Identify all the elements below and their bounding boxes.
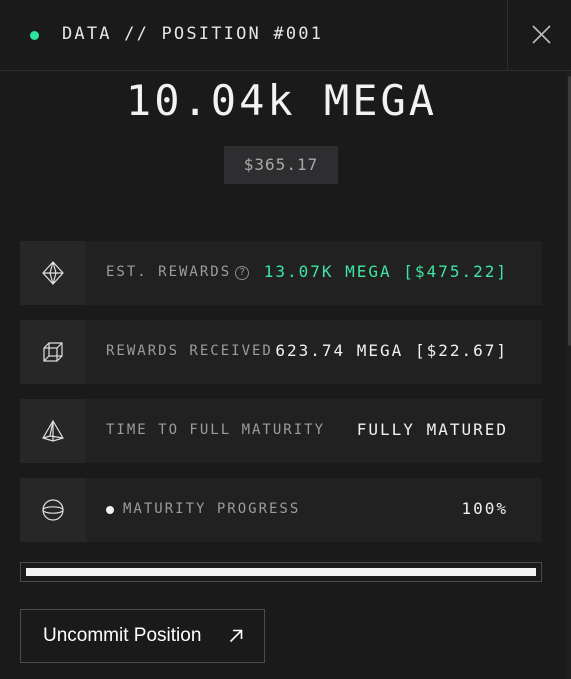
row-icon-cell <box>20 241 86 305</box>
close-icon <box>532 25 551 44</box>
row-label: MATURITY PROGRESS <box>123 501 301 517</box>
maturity-value: FULLY MATURED <box>356 420 508 439</box>
rewards-received-value: 623.74 MEGA [$22.67] <box>275 341 508 360</box>
uncommit-position-button[interactable]: Uncommit Position <box>20 609 265 663</box>
position-amount: 10.04k MEGA <box>125 76 438 125</box>
sphere-icon <box>42 499 64 521</box>
arrow-up-right-icon <box>229 629 243 643</box>
row-label: EST. REWARDS? <box>106 264 250 280</box>
row-maturity-progress: MATURITY PROGRESS 100% <box>20 478 542 542</box>
row-icon-cell <box>20 320 86 384</box>
help-icon[interactable]: ? <box>235 266 250 280</box>
button-label: Uncommit Position <box>43 625 202 646</box>
row-label: TIME TO FULL MATURITY <box>106 422 326 438</box>
row-rewards-received: REWARDS RECEIVED 623.74 MEGA [$22.67] <box>20 320 542 384</box>
row-icon-cell <box>20 478 86 542</box>
maturity-progress-bar <box>20 562 542 582</box>
cube-icon <box>43 342 63 362</box>
header-title: DATA // POSITION #001 <box>62 24 324 44</box>
pyramid-icon <box>42 419 64 442</box>
close-button[interactable] <box>507 0 571 71</box>
octahedron-icon <box>42 261 64 285</box>
row-est-rewards: EST. REWARDS? 13.07K MEGA [$475.22] <box>20 241 542 305</box>
est-rewards-value: 13.07K MEGA [$475.22] <box>263 262 508 281</box>
row-time-to-maturity: TIME TO FULL MATURITY FULLY MATURED <box>20 399 542 463</box>
row-icon-cell <box>20 399 86 463</box>
bullet-dot <box>106 506 114 514</box>
row-label: REWARDS RECEIVED <box>106 343 273 359</box>
maturity-progress-value: 100% <box>461 499 508 518</box>
usd-value-badge: $365.17 <box>224 146 338 184</box>
progress-bar-fill <box>26 568 536 576</box>
modal-header: DATA // POSITION #001 <box>0 0 571 71</box>
status-dot <box>30 31 39 40</box>
